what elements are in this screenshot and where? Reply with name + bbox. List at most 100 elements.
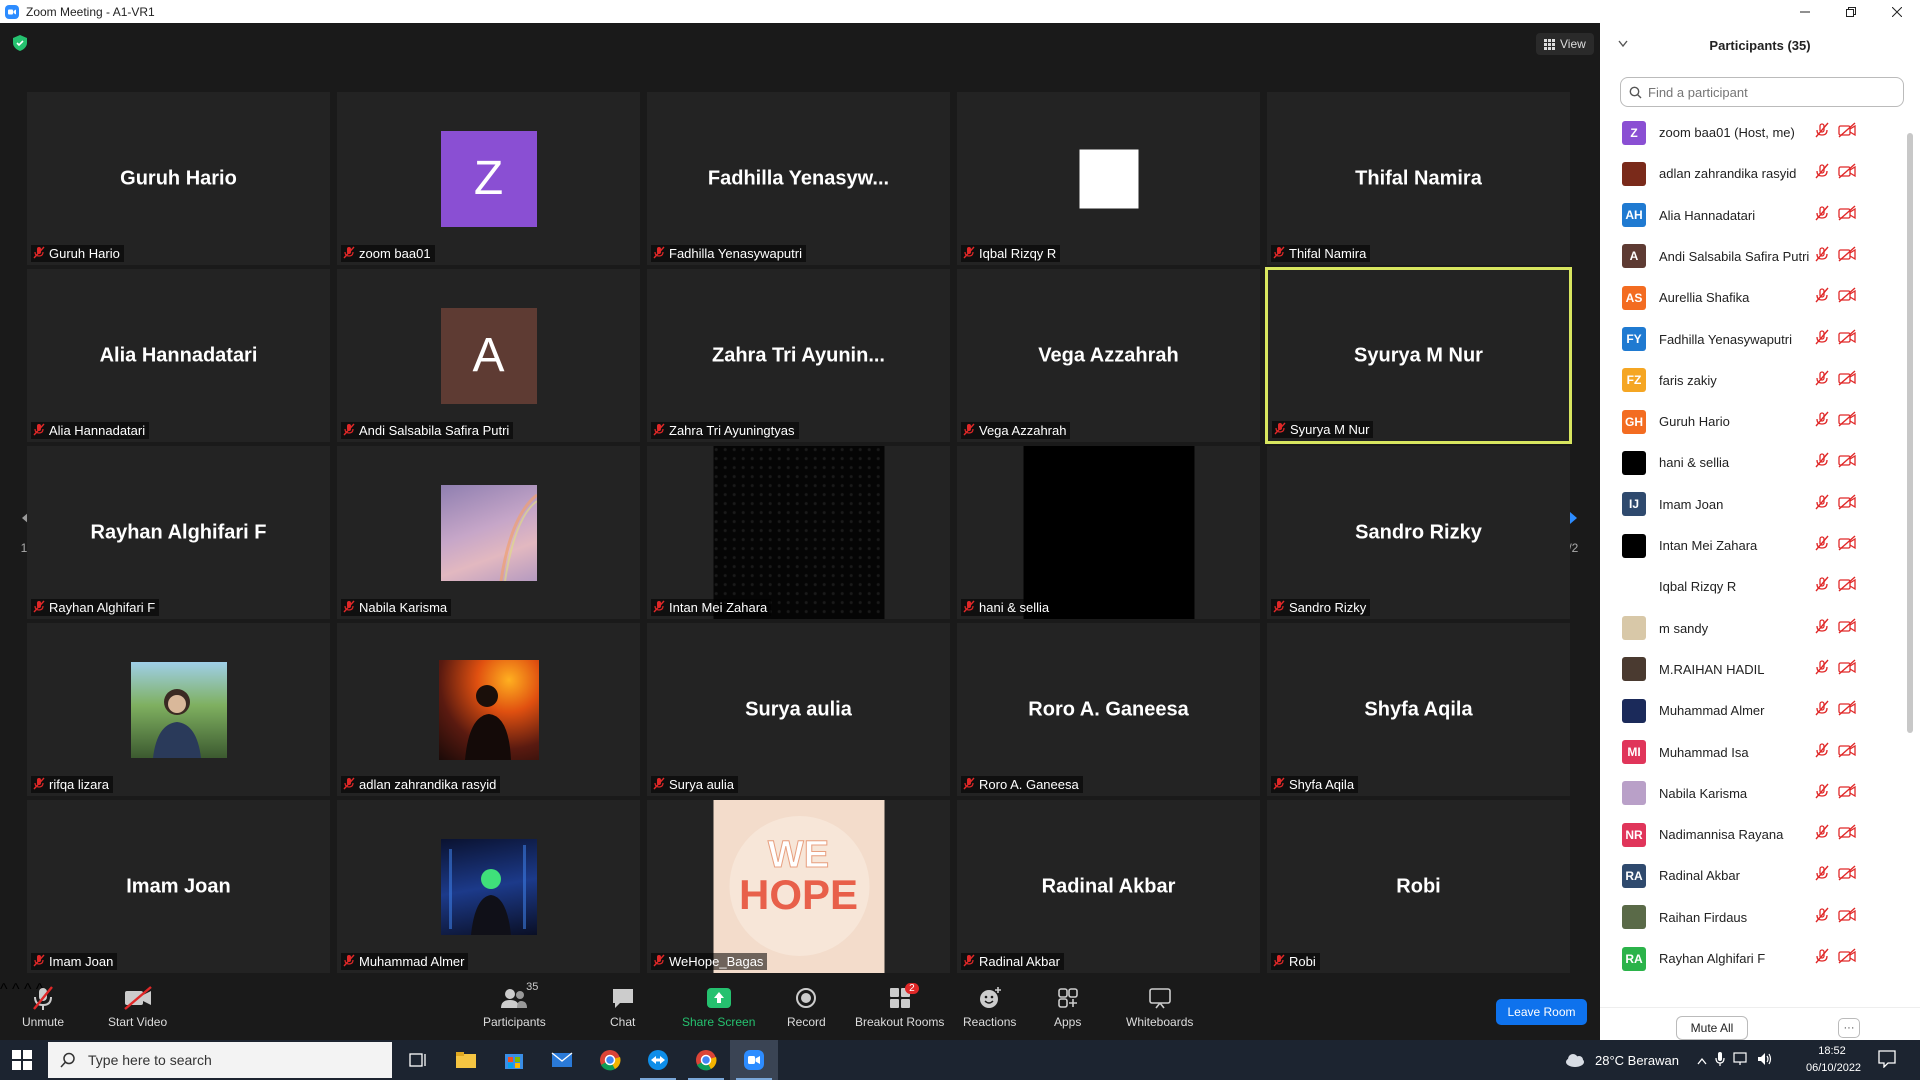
muted-mic-icon[interactable]	[1814, 824, 1830, 845]
participant-row[interactable]: Iqbal Rizqy R	[1600, 566, 1906, 607]
restore-button[interactable]	[1828, 0, 1874, 23]
participant-row[interactable]: IJ Imam Joan	[1600, 484, 1906, 525]
chrome-icon[interactable]	[586, 1040, 634, 1080]
video-tile[interactable]: Imam Joan Imam Joan	[27, 800, 330, 973]
video-tile[interactable]: Shyfa Aqila Shyfa Aqila	[1267, 623, 1570, 796]
video-off-icon[interactable]	[1838, 411, 1856, 432]
weather-text[interactable]: 28°C Berawan	[1595, 1053, 1679, 1068]
video-tile[interactable]: Intan Mei Zahara	[647, 446, 950, 619]
video-tile[interactable]: Muhammad Almer	[337, 800, 640, 973]
close-button[interactable]	[1874, 0, 1920, 23]
video-off-icon[interactable]	[1838, 618, 1856, 639]
teamviewer-icon[interactable]	[634, 1040, 682, 1080]
share-screen-button[interactable]: Share Screen	[682, 985, 755, 1029]
participant-row[interactable]: M.RAIHAN HADIL	[1600, 649, 1906, 690]
video-off-icon[interactable]	[1838, 948, 1856, 969]
video-off-icon[interactable]	[1838, 163, 1856, 184]
participant-row[interactable]: adlan zahrandika rasyid	[1600, 153, 1906, 194]
more-options-button[interactable]: ···	[1838, 1018, 1860, 1038]
chat-button[interactable]: Chat	[610, 985, 635, 1029]
video-tile[interactable]: Sandro Rizky Sandro Rizky	[1267, 446, 1570, 619]
video-tile[interactable]: Iqbal Rizqy R	[957, 92, 1260, 265]
microphone-tray-icon[interactable]	[1715, 1051, 1725, 1070]
video-off-icon[interactable]	[1838, 535, 1856, 556]
muted-mic-icon[interactable]	[1814, 783, 1830, 804]
video-tile[interactable]: adlan zahrandika rasyid	[337, 623, 640, 796]
participant-row[interactable]: GH Guruh Hario	[1600, 401, 1906, 442]
volume-icon[interactable]	[1757, 1052, 1773, 1069]
muted-mic-icon[interactable]	[1814, 287, 1830, 308]
video-off-icon[interactable]	[1838, 370, 1856, 391]
video-off-icon[interactable]	[1838, 205, 1856, 226]
microsoft-store-icon[interactable]	[490, 1040, 538, 1080]
taskbar-clock[interactable]: 18:52 06/10/2022	[1806, 1043, 1861, 1077]
video-off-icon[interactable]	[1838, 741, 1856, 763]
muted-mic-icon[interactable]	[1814, 163, 1830, 184]
muted-mic-icon[interactable]	[1814, 907, 1830, 928]
apps-button[interactable]: Apps	[1054, 985, 1081, 1029]
notifications-icon[interactable]	[1878, 1050, 1896, 1073]
unmute-button[interactable]: Unmute	[22, 985, 64, 1029]
muted-mic-icon[interactable]	[1814, 659, 1830, 680]
video-off-icon[interactable]	[1838, 576, 1856, 597]
video-off-icon[interactable]	[1838, 824, 1856, 845]
video-tile[interactable]: Nabila Karisma	[337, 446, 640, 619]
muted-mic-icon[interactable]	[1814, 122, 1830, 143]
muted-mic-icon[interactable]	[1814, 576, 1830, 597]
breakout-rooms-button[interactable]: 2 Breakout Rooms	[855, 983, 944, 1029]
participant-row[interactable]: Intan Mei Zahara	[1600, 525, 1906, 566]
video-tile[interactable]: Zahra Tri Ayunin... Zahra Tri Ayuningtya…	[647, 269, 950, 442]
participant-row[interactable]: AH Alia Hannadatari	[1600, 195, 1906, 236]
video-off-icon[interactable]	[1838, 659, 1856, 680]
participant-search[interactable]	[1620, 77, 1904, 107]
participant-row[interactable]: FY Fadhilla Yenasywaputri	[1600, 319, 1906, 360]
video-off-icon[interactable]	[1838, 246, 1856, 267]
video-tile[interactable]: Z zoom baa01	[337, 92, 640, 265]
view-button[interactable]: View	[1536, 33, 1594, 55]
video-tile[interactable]: Fadhilla Yenasyw... Fadhilla Yenasywaput…	[647, 92, 950, 265]
video-tile[interactable]: Robi Robi	[1267, 800, 1570, 973]
participant-row[interactable]: Raihan Firdaus	[1600, 897, 1906, 938]
participant-row[interactable]: FZ faris zakiy	[1600, 360, 1906, 401]
video-tile-active-speaker[interactable]: Syurya M Nur Syurya M Nur	[1265, 267, 1572, 444]
video-tile[interactable]: Alia Hannadatari Alia Hannadatari	[27, 269, 330, 442]
network-icon[interactable]	[1733, 1051, 1749, 1069]
video-off-icon[interactable]	[1838, 287, 1856, 308]
muted-mic-icon[interactable]	[1814, 452, 1830, 473]
muted-mic-icon[interactable]	[1814, 865, 1830, 886]
muted-mic-icon[interactable]	[1814, 494, 1830, 515]
participant-row[interactable]: RA Rayhan Alghifari F	[1600, 938, 1906, 979]
video-off-icon[interactable]	[1838, 328, 1856, 350]
file-explorer-icon[interactable]	[442, 1040, 490, 1080]
video-tile[interactable]: Roro A. Ganeesa Roro A. Ganeesa	[957, 623, 1260, 796]
participant-row[interactable]: Muhammad Almer	[1600, 690, 1906, 731]
audio-options-caret-icon[interactable]: ^	[0, 981, 8, 998]
muted-mic-icon[interactable]	[1814, 535, 1830, 556]
participant-row[interactable]: MI Muhammad Isa	[1600, 732, 1906, 773]
video-tile[interactable]: Vega Azzahrah Vega Azzahrah	[957, 269, 1260, 442]
video-off-icon[interactable]	[1838, 865, 1856, 886]
muted-mic-icon[interactable]	[1814, 411, 1830, 432]
participant-row[interactable]: hani & sellia	[1600, 442, 1906, 483]
video-tile[interactable]: Radinal Akbar Radinal Akbar	[957, 800, 1260, 973]
windows-start-icon[interactable]	[12, 1050, 32, 1070]
muted-mic-icon[interactable]	[1814, 618, 1830, 639]
video-tile[interactable]: Guruh Hario Guruh Hario	[27, 92, 330, 265]
participants-button[interactable]: 35 Participants	[483, 981, 546, 1029]
chevron-up-icon[interactable]	[1697, 1053, 1707, 1068]
minimize-button[interactable]	[1782, 0, 1828, 23]
participant-row[interactable]: Nabila Karisma	[1600, 773, 1906, 814]
participant-search-input[interactable]	[1648, 84, 1888, 100]
video-tile[interactable]: WE HOPE WeHope_Bagas	[647, 800, 950, 973]
participant-row[interactable]: A Andi Salsabila Safira Putri	[1600, 236, 1906, 277]
chrome-profile-icon[interactable]	[682, 1040, 730, 1080]
whiteboards-button[interactable]: Whiteboards	[1126, 985, 1193, 1029]
video-off-icon[interactable]	[1838, 452, 1856, 473]
muted-mic-icon[interactable]	[1814, 742, 1830, 763]
participant-row[interactable]: m sandy	[1600, 608, 1906, 649]
reactions-button[interactable]: Reactions	[963, 985, 1016, 1029]
participant-row[interactable]: AS Aurellia Shafika	[1600, 277, 1906, 318]
muted-mic-icon[interactable]	[1814, 700, 1830, 721]
video-tile[interactable]: hani & sellia	[957, 446, 1260, 619]
participant-row[interactable]: RA Radinal Akbar	[1600, 855, 1906, 896]
